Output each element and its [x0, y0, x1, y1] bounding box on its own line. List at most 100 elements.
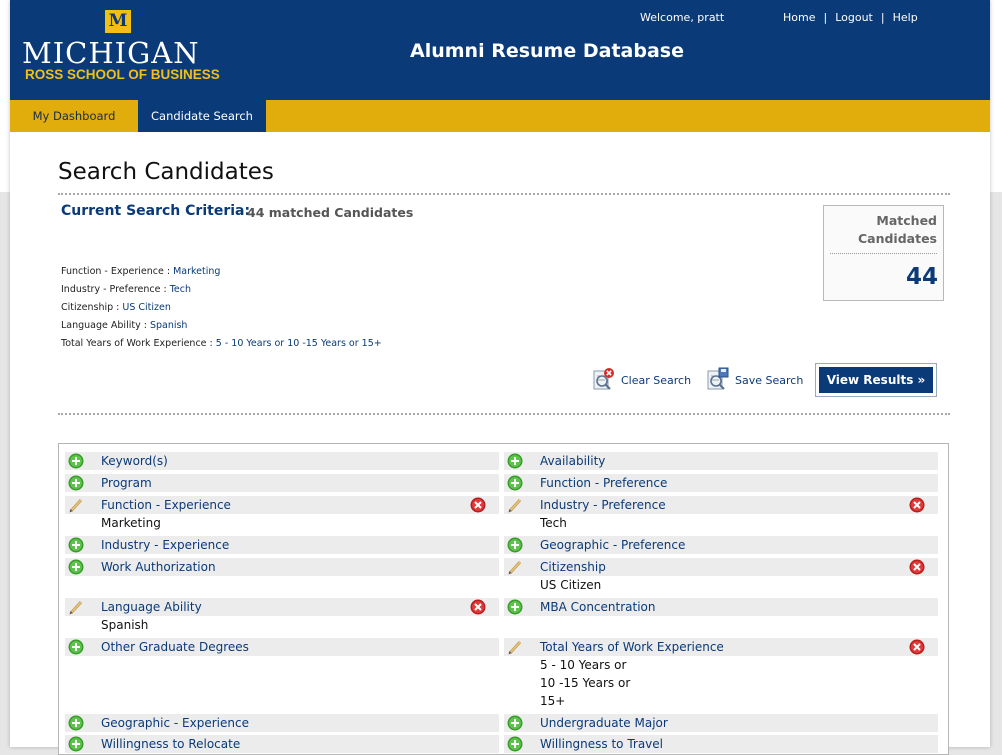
filter-label[interactable]: Willingness to Relocate — [101, 737, 240, 751]
filter-label[interactable]: Other Graduate Degrees — [101, 640, 249, 654]
matched-count: 44 — [905, 264, 938, 290]
edit-pencil-icon[interactable] — [507, 559, 523, 575]
filter-values: Tech — [540, 514, 567, 532]
filter-label[interactable]: Program — [101, 476, 152, 490]
filter-value: 10 -15 Years or — [540, 676, 631, 690]
add-filter-icon[interactable] — [507, 715, 523, 731]
clear-search-icon — [593, 368, 614, 390]
filter-value: US Citizen — [540, 578, 602, 592]
remove-filter-icon[interactable] — [470, 599, 486, 615]
add-filter-icon[interactable] — [68, 453, 84, 469]
page-frame: M MICHIGAN ROSS SCHOOL OF BUSINESS Alumn… — [10, 0, 990, 755]
remove-filter-icon[interactable] — [909, 497, 925, 513]
filter-header[interactable]: Function - Preference — [504, 474, 938, 492]
save-search-button[interactable]: Save Search — [707, 367, 817, 393]
add-filter-icon[interactable] — [68, 537, 84, 553]
filter-header[interactable]: Geographic - Preference — [504, 536, 938, 554]
matched-candidates-box: Matched Candidates 44 — [823, 205, 944, 301]
filter-header[interactable]: Keyword(s) — [65, 452, 499, 470]
criteria-label: Language Ability : — [61, 320, 150, 331]
filter-label[interactable]: Industry - Preference — [540, 498, 666, 512]
add-filter-icon[interactable] — [507, 475, 523, 491]
app-title: Alumni Resume Database — [410, 40, 684, 62]
filter-label[interactable]: Geographic - Experience — [101, 716, 249, 730]
filter-header[interactable]: Undergraduate Major — [504, 714, 938, 732]
criteria-label: Industry - Preference : — [61, 284, 170, 295]
filter-label[interactable]: Keyword(s) — [101, 454, 168, 468]
filter-header[interactable]: Availability — [504, 452, 938, 470]
add-filter-icon[interactable] — [68, 475, 84, 491]
criteria-label: Citizenship : — [61, 302, 123, 313]
add-filter-icon[interactable] — [68, 715, 84, 731]
view-results-button[interactable]: View Results » — [819, 367, 933, 393]
filter-values: Spanish — [101, 616, 148, 634]
dotted-divider — [58, 413, 950, 415]
tab-candidate-search[interactable]: Candidate Search — [138, 100, 266, 132]
filter-header[interactable]: Function - Experience — [65, 496, 499, 514]
tab-my-dashboard[interactable]: My Dashboard — [10, 100, 138, 132]
criteria-item: Industry - Preference : Tech — [61, 281, 382, 299]
filter-values: US Citizen — [540, 576, 601, 594]
filter-header[interactable]: Language Ability — [65, 598, 499, 616]
filter-header[interactable]: Geographic - Experience — [65, 714, 499, 732]
add-filter-icon[interactable] — [507, 599, 523, 615]
filter-header[interactable]: Industry - Experience — [65, 536, 499, 554]
filter-label[interactable]: Industry - Experience — [101, 538, 229, 552]
criteria-label: Total Years of Work Experience : — [61, 338, 216, 349]
top-links: Home | Logout | Help — [783, 11, 918, 24]
criteria-list: Function - Experience : Marketing Indust… — [61, 263, 382, 353]
filter-header[interactable]: Industry - Preference — [504, 496, 938, 514]
help-link[interactable]: Help — [893, 11, 918, 24]
filter-label[interactable]: Geographic - Preference — [540, 538, 685, 552]
matched-label-line: Candidates — [857, 231, 937, 246]
edit-pencil-icon[interactable] — [68, 497, 84, 513]
filter-header[interactable]: Program — [65, 474, 499, 492]
add-filter-icon[interactable] — [507, 537, 523, 553]
add-filter-icon[interactable] — [507, 736, 523, 752]
edit-pencil-icon[interactable] — [507, 639, 523, 655]
save-search-icon — [707, 367, 729, 390]
filter-values: Marketing — [101, 514, 161, 532]
dotted-divider — [58, 193, 950, 195]
logo-ross-text: ROSS SCHOOL OF BUSINESS — [25, 67, 220, 82]
filter-value: Spanish — [101, 618, 149, 632]
add-filter-icon[interactable] — [68, 639, 84, 655]
remove-filter-icon[interactable] — [909, 559, 925, 575]
criteria-item: Function - Experience : Marketing — [61, 263, 382, 281]
criteria-count: 44 matched Candidates — [247, 205, 414, 220]
filter-header[interactable]: Citizenship — [504, 558, 938, 576]
home-link[interactable]: Home — [783, 11, 815, 24]
remove-filter-icon[interactable] — [470, 497, 486, 513]
filter-label[interactable]: Function - Experience — [101, 498, 231, 512]
clear-search-button[interactable]: Clear Search — [593, 367, 698, 393]
view-results-wrapper: View Results » — [815, 363, 937, 397]
filter-value: 15+ — [540, 694, 566, 708]
filter-header[interactable]: Other Graduate Degrees — [65, 638, 499, 656]
filter-label[interactable]: Undergraduate Major — [540, 716, 668, 730]
filter-label[interactable]: Citizenship — [540, 560, 606, 574]
filter-label[interactable]: Availability — [540, 454, 605, 468]
filter-label[interactable]: Willingness to Travel — [540, 737, 663, 751]
criteria-value: Tech — [169, 284, 191, 295]
filter-header[interactable]: Willingness to Travel — [504, 735, 938, 753]
michigan-ross-logo[interactable]: M MICHIGAN ROSS SCHOOL OF BUSINESS — [10, 0, 222, 100]
filter-header[interactable]: MBA Concentration — [504, 598, 938, 616]
logout-link[interactable]: Logout — [835, 11, 873, 24]
add-filter-icon[interactable] — [68, 559, 84, 575]
remove-filter-icon[interactable] — [909, 639, 925, 655]
filter-label[interactable]: Total Years of Work Experience — [540, 640, 724, 654]
edit-pencil-icon[interactable] — [507, 497, 523, 513]
add-filter-icon[interactable] — [68, 736, 84, 752]
filter-value: 5 - 10 Years or — [540, 658, 627, 672]
filter-header[interactable]: Work Authorization — [65, 558, 499, 576]
add-filter-icon[interactable] — [507, 453, 523, 469]
filter-label[interactable]: Language Ability — [101, 600, 202, 614]
filter-header[interactable]: Total Years of Work Experience — [504, 638, 938, 656]
criteria-label: Function - Experience : — [61, 266, 174, 277]
filter-header[interactable]: Willingness to Relocate — [65, 735, 499, 753]
welcome-text: Welcome, pratt — [640, 11, 725, 24]
filter-label[interactable]: Work Authorization — [101, 560, 216, 574]
edit-pencil-icon[interactable] — [68, 599, 84, 615]
filter-label[interactable]: Function - Preference — [540, 476, 667, 490]
filter-label[interactable]: MBA Concentration — [540, 600, 656, 614]
